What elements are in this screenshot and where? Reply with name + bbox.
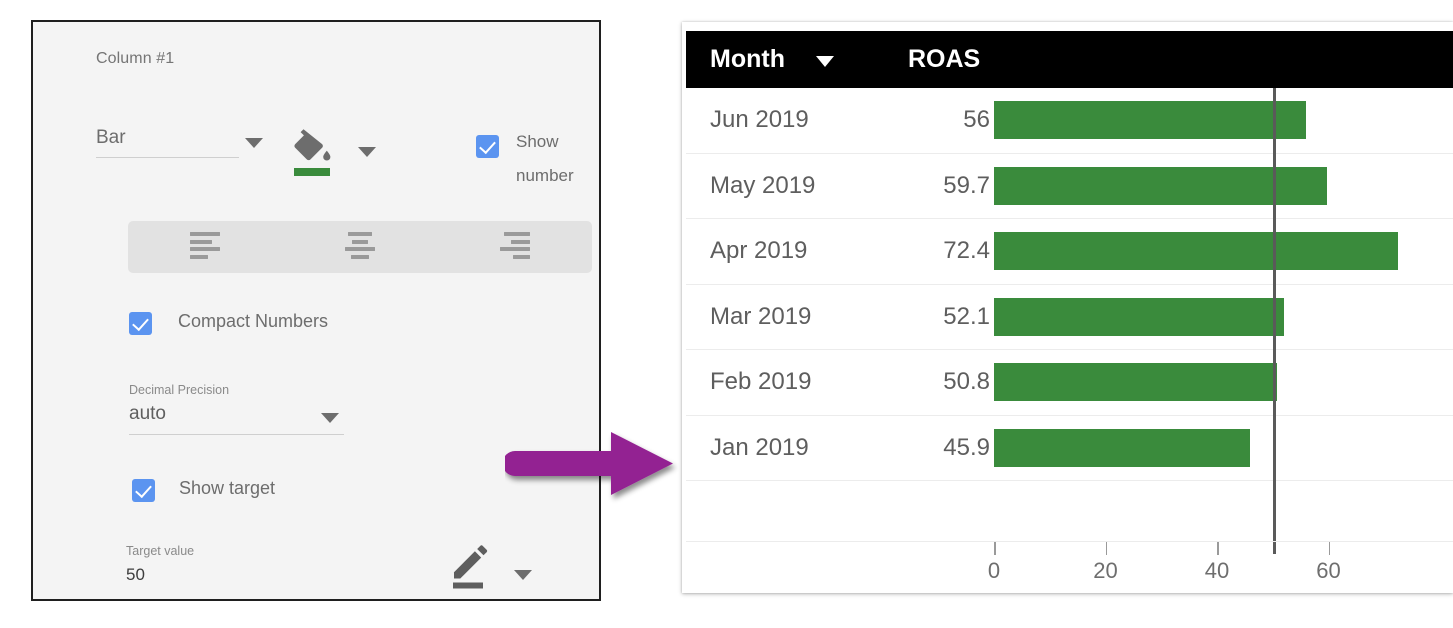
chevron-down-icon[interactable] bbox=[245, 138, 263, 148]
row-month-cell: Apr 2019 bbox=[710, 237, 807, 265]
chevron-down-icon[interactable] bbox=[816, 56, 834, 67]
row-month-cell: Mar 2019 bbox=[710, 303, 811, 331]
decimal-precision-label: Decimal Precision bbox=[129, 383, 229, 397]
row-value-label: 45.9 bbox=[866, 434, 990, 462]
arrow-annotation-icon bbox=[505, 427, 680, 505]
chart-type-select[interactable]: Bar bbox=[96, 125, 239, 151]
row-month-cell: May 2019 bbox=[710, 172, 815, 200]
row-value-bar bbox=[994, 363, 1277, 401]
panel-title: Column #1 bbox=[96, 50, 174, 68]
row-value-bar bbox=[994, 101, 1306, 139]
chevron-down-icon[interactable] bbox=[358, 147, 376, 157]
align-center-button[interactable] bbox=[283, 221, 438, 273]
pencil-edit-icon[interactable] bbox=[448, 542, 500, 592]
table-row[interactable]: Mar 2019 52.1 bbox=[686, 285, 1453, 351]
row-month-cell: Jan 2019 bbox=[710, 434, 809, 462]
target-value-input[interactable]: 50 bbox=[126, 565, 145, 585]
row-month-cell: Jun 2019 bbox=[710, 106, 809, 134]
show-number-checkbox[interactable] bbox=[476, 135, 499, 158]
chevron-down-icon[interactable] bbox=[514, 570, 532, 580]
target-value-underline bbox=[126, 600, 391, 601]
decimal-precision-select[interactable]: auto bbox=[129, 403, 166, 425]
row-value-bar bbox=[994, 429, 1250, 467]
column-settings-panel: Column #1 Bar Show number bbox=[31, 20, 601, 601]
align-left-button[interactable] bbox=[128, 221, 283, 273]
row-value-label: 56 bbox=[866, 106, 990, 134]
table-row[interactable]: Apr 2019 72.4 bbox=[686, 219, 1453, 285]
table-row[interactable]: Jan 2019 45.9 bbox=[686, 416, 1453, 482]
column-header-month[interactable]: Month bbox=[710, 45, 785, 74]
axis-tick-label: 40 bbox=[1205, 558, 1229, 584]
table-row[interactable]: Jun 2019 56 bbox=[686, 88, 1453, 154]
row-value-label: 52.1 bbox=[866, 303, 990, 331]
table-row[interactable]: Feb 2019 50.8 bbox=[686, 350, 1453, 416]
row-value-bar bbox=[994, 167, 1327, 205]
axis-tick bbox=[1329, 542, 1331, 555]
chart-type-underline bbox=[96, 157, 239, 158]
align-center-icon bbox=[345, 232, 375, 262]
column-header-roas[interactable]: ROAS bbox=[908, 45, 980, 74]
axis-baseline bbox=[686, 541, 1453, 542]
table-preview-card: Month ROAS Jun 2019 56 May 2019 59.7 Apr 201… bbox=[682, 22, 1453, 593]
align-left-icon bbox=[190, 232, 220, 262]
target-reference-line bbox=[1273, 88, 1276, 554]
row-value-label: 59.7 bbox=[866, 172, 990, 200]
axis-tick bbox=[1106, 542, 1108, 555]
fill-color-swatch[interactable] bbox=[294, 168, 330, 176]
paint-bucket-icon[interactable] bbox=[290, 126, 334, 174]
axis-tick bbox=[994, 542, 996, 555]
show-target-checkbox[interactable] bbox=[132, 479, 155, 502]
compact-numbers-label: Compact Numbers bbox=[178, 311, 328, 332]
decimal-precision-underline bbox=[129, 434, 344, 435]
compact-numbers-checkbox[interactable] bbox=[129, 312, 152, 335]
table-body: Jun 2019 56 May 2019 59.7 Apr 2019 72.4 Mar 20… bbox=[686, 88, 1453, 593]
axis-tick-label: 60 bbox=[1316, 558, 1340, 584]
table-row[interactable]: May 2019 59.7 bbox=[686, 154, 1453, 220]
value-axis: 0 20 40 60 bbox=[686, 541, 1453, 593]
row-value-bar bbox=[994, 298, 1284, 336]
row-value-label: 72.4 bbox=[866, 237, 990, 265]
target-value-label: Target value bbox=[126, 544, 194, 558]
show-target-label: Show target bbox=[179, 478, 275, 499]
chevron-down-icon[interactable] bbox=[321, 413, 339, 423]
axis-tick bbox=[1217, 542, 1219, 555]
text-alignment-group bbox=[128, 221, 592, 273]
axis-tick-label: 20 bbox=[1093, 558, 1117, 584]
row-value-bar bbox=[994, 232, 1398, 270]
axis-tick-label: 0 bbox=[988, 558, 1000, 584]
align-right-icon bbox=[500, 232, 530, 262]
table-header-row: Month ROAS bbox=[686, 31, 1453, 88]
align-right-button[interactable] bbox=[437, 221, 592, 273]
show-number-label: Show number bbox=[516, 125, 601, 193]
row-month-cell: Feb 2019 bbox=[710, 368, 811, 396]
chart-type-value: Bar bbox=[96, 125, 239, 151]
row-value-label: 50.8 bbox=[866, 368, 990, 396]
